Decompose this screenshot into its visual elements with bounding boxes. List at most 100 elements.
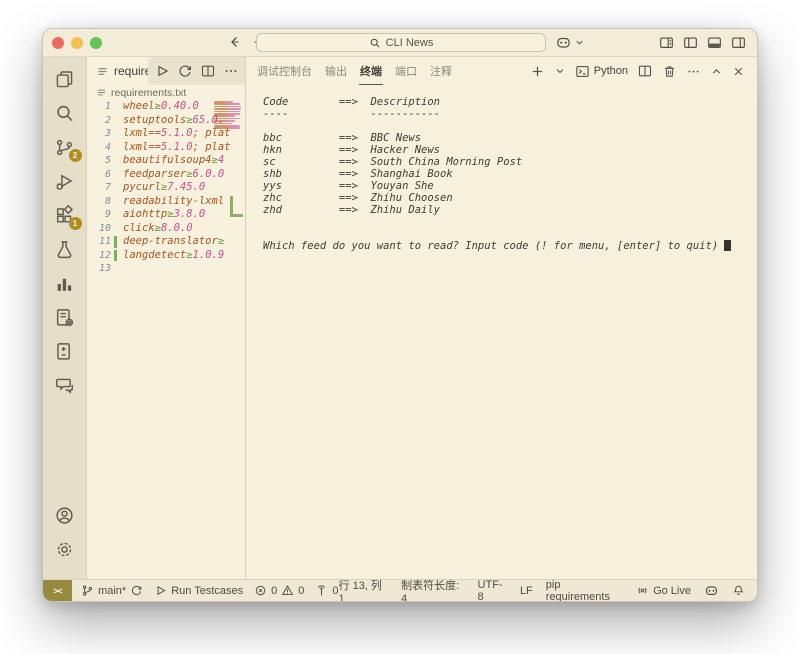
terminal-line: ---- -----------: [263, 108, 757, 120]
account-icon[interactable]: [53, 503, 77, 527]
minimap-line: [214, 123, 232, 125]
encoding[interactable]: UTF-8: [478, 579, 507, 603]
back-arrow-icon[interactable]: [226, 34, 242, 50]
code-line[interactable]: 11deep-translator≥: [87, 235, 245, 249]
rerun-icon[interactable]: [177, 63, 193, 79]
split-editor-icon[interactable]: [200, 63, 216, 79]
terminal-output[interactable]: Code ==> Description---- ----------- bbc…: [246, 85, 757, 579]
minimap-line: [214, 106, 241, 108]
breadcrumb-filename: requirements.txt: [111, 87, 186, 99]
language-mode[interactable]: pip requirements: [546, 579, 623, 603]
code-line[interactable]: 4lxml==5.1.0; plat: [87, 141, 245, 155]
run-testcases-button[interactable]: Run Testcases: [154, 584, 243, 597]
panel-header: 调试控制台 输出 终端 端口 注释: [246, 57, 757, 85]
eol-sequence[interactable]: LF: [520, 585, 533, 597]
run-debug-icon[interactable]: [53, 169, 77, 193]
code-line[interactable]: 8readability-lxml: [87, 195, 245, 209]
doc-settings-icon[interactable]: [53, 305, 77, 329]
problems-status[interactable]: 0 0: [254, 584, 304, 597]
settings-gear-icon[interactable]: [53, 537, 77, 561]
go-live-button[interactable]: Go Live: [636, 584, 691, 597]
terminal-icon: [575, 64, 590, 79]
panel-actions: Python: [530, 63, 757, 79]
minimap[interactable]: [214, 101, 242, 132]
bar-chart-icon[interactable]: [53, 271, 77, 295]
code-line[interactable]: 5beautifulsoup4≥4: [87, 154, 245, 168]
extensions-badge: 1: [69, 217, 82, 230]
copilot-status-icon[interactable]: [704, 583, 719, 598]
run-icon: [154, 584, 167, 597]
code-line[interactable]: 7pycurl≥7.45.0: [87, 181, 245, 195]
tab-comments[interactable]: 注释: [429, 57, 453, 85]
code-line[interactable]: 10click≥8.0.0: [87, 222, 245, 236]
tab-ports[interactable]: 端口: [394, 57, 418, 85]
zoom-window-button[interactable]: [90, 37, 102, 49]
panel-more-icon[interactable]: [686, 64, 701, 79]
editor-group: requirements: [87, 57, 246, 579]
indentation[interactable]: 制表符长度: 4: [401, 577, 464, 603]
copilot-menu[interactable]: [555, 34, 585, 51]
ports-status[interactable]: 0: [315, 584, 338, 597]
toggle-sidebar-icon[interactable]: [682, 34, 699, 51]
notifications-bell-icon[interactable]: [732, 584, 745, 597]
copilot-icon: [555, 34, 572, 51]
line-number: 4: [87, 141, 111, 155]
close-window-button[interactable]: [52, 37, 64, 49]
warning-count: 0: [298, 585, 304, 597]
tab-output[interactable]: 输出: [324, 57, 348, 85]
terminal-line: bbc ==> BBC News: [263, 132, 757, 144]
explorer-icon[interactable]: [53, 67, 77, 91]
workbench: 2 1: [43, 57, 757, 579]
customize-layout-icon[interactable]: [658, 34, 675, 51]
cursor-position[interactable]: 行 13, 列 1: [339, 577, 389, 603]
minimap-line: [214, 118, 240, 120]
comments-icon[interactable]: [53, 373, 77, 397]
vscode-window: CLI News: [42, 28, 758, 602]
tab-terminal[interactable]: 终端: [359, 57, 383, 85]
tab-debug-console[interactable]: 调试控制台: [256, 57, 313, 85]
breadcrumb[interactable]: requirements.txt: [87, 85, 245, 100]
kill-terminal-icon[interactable]: [662, 64, 677, 79]
line-number: 12: [87, 249, 111, 263]
line-number: 5: [87, 154, 111, 168]
toggle-secondary-sidebar-icon[interactable]: [730, 34, 747, 51]
more-actions-icon[interactable]: [223, 63, 239, 79]
testing-icon[interactable]: [53, 237, 77, 261]
error-icon: [254, 584, 267, 597]
source-control-icon[interactable]: 2: [53, 135, 77, 159]
extensions-icon[interactable]: 1: [53, 203, 77, 227]
maximize-panel-icon[interactable]: [710, 65, 723, 78]
minimap-line: [214, 108, 241, 110]
code-line[interactable]: 6feedparser≥6.0.0: [87, 168, 245, 182]
editor[interactable]: 1wheel≥0.40.02setuptools≥65.0.3lxml==5.1…: [87, 100, 245, 579]
minimap-line: [214, 101, 233, 103]
code-line[interactable]: 13: [87, 262, 245, 276]
tab-requirements[interactable]: requirements: [87, 57, 148, 85]
split-terminal-icon[interactable]: [637, 63, 653, 79]
git-branch-status[interactable]: main*: [81, 584, 143, 597]
command-center-search[interactable]: CLI News: [256, 33, 546, 52]
search-sidebar-icon[interactable]: [53, 101, 77, 125]
line-number: 11: [87, 235, 111, 249]
terminal-line: shb ==> Shanghai Book: [263, 168, 757, 180]
minimize-window-button[interactable]: [71, 37, 83, 49]
radio-tower-icon: [315, 584, 328, 597]
line-number: 7: [87, 181, 111, 195]
line-number: 2: [87, 114, 111, 128]
active-terminal-item[interactable]: Python: [575, 64, 628, 79]
close-panel-icon[interactable]: [732, 65, 745, 78]
prompt-text: Which feed do you want to read? Input co…: [263, 240, 724, 252]
code-line[interactable]: 9aiohttp≥3.8.0: [87, 208, 245, 222]
new-terminal-icon[interactable]: [530, 64, 545, 79]
doc-diff-icon[interactable]: [53, 339, 77, 363]
code-line[interactable]: 12langdetect≥1.0.9: [87, 249, 245, 263]
minimap-line: [214, 125, 240, 127]
error-count: 0: [271, 585, 277, 597]
remote-indicator[interactable]: ><: [43, 580, 72, 601]
run-file-icon[interactable]: [154, 63, 170, 79]
terminal-dropdown-icon[interactable]: [554, 65, 566, 77]
toggle-panel-icon[interactable]: [706, 34, 723, 51]
minimap-line: [214, 120, 235, 122]
window-controls: [52, 37, 102, 49]
go-live-label: Go Live: [653, 585, 691, 597]
